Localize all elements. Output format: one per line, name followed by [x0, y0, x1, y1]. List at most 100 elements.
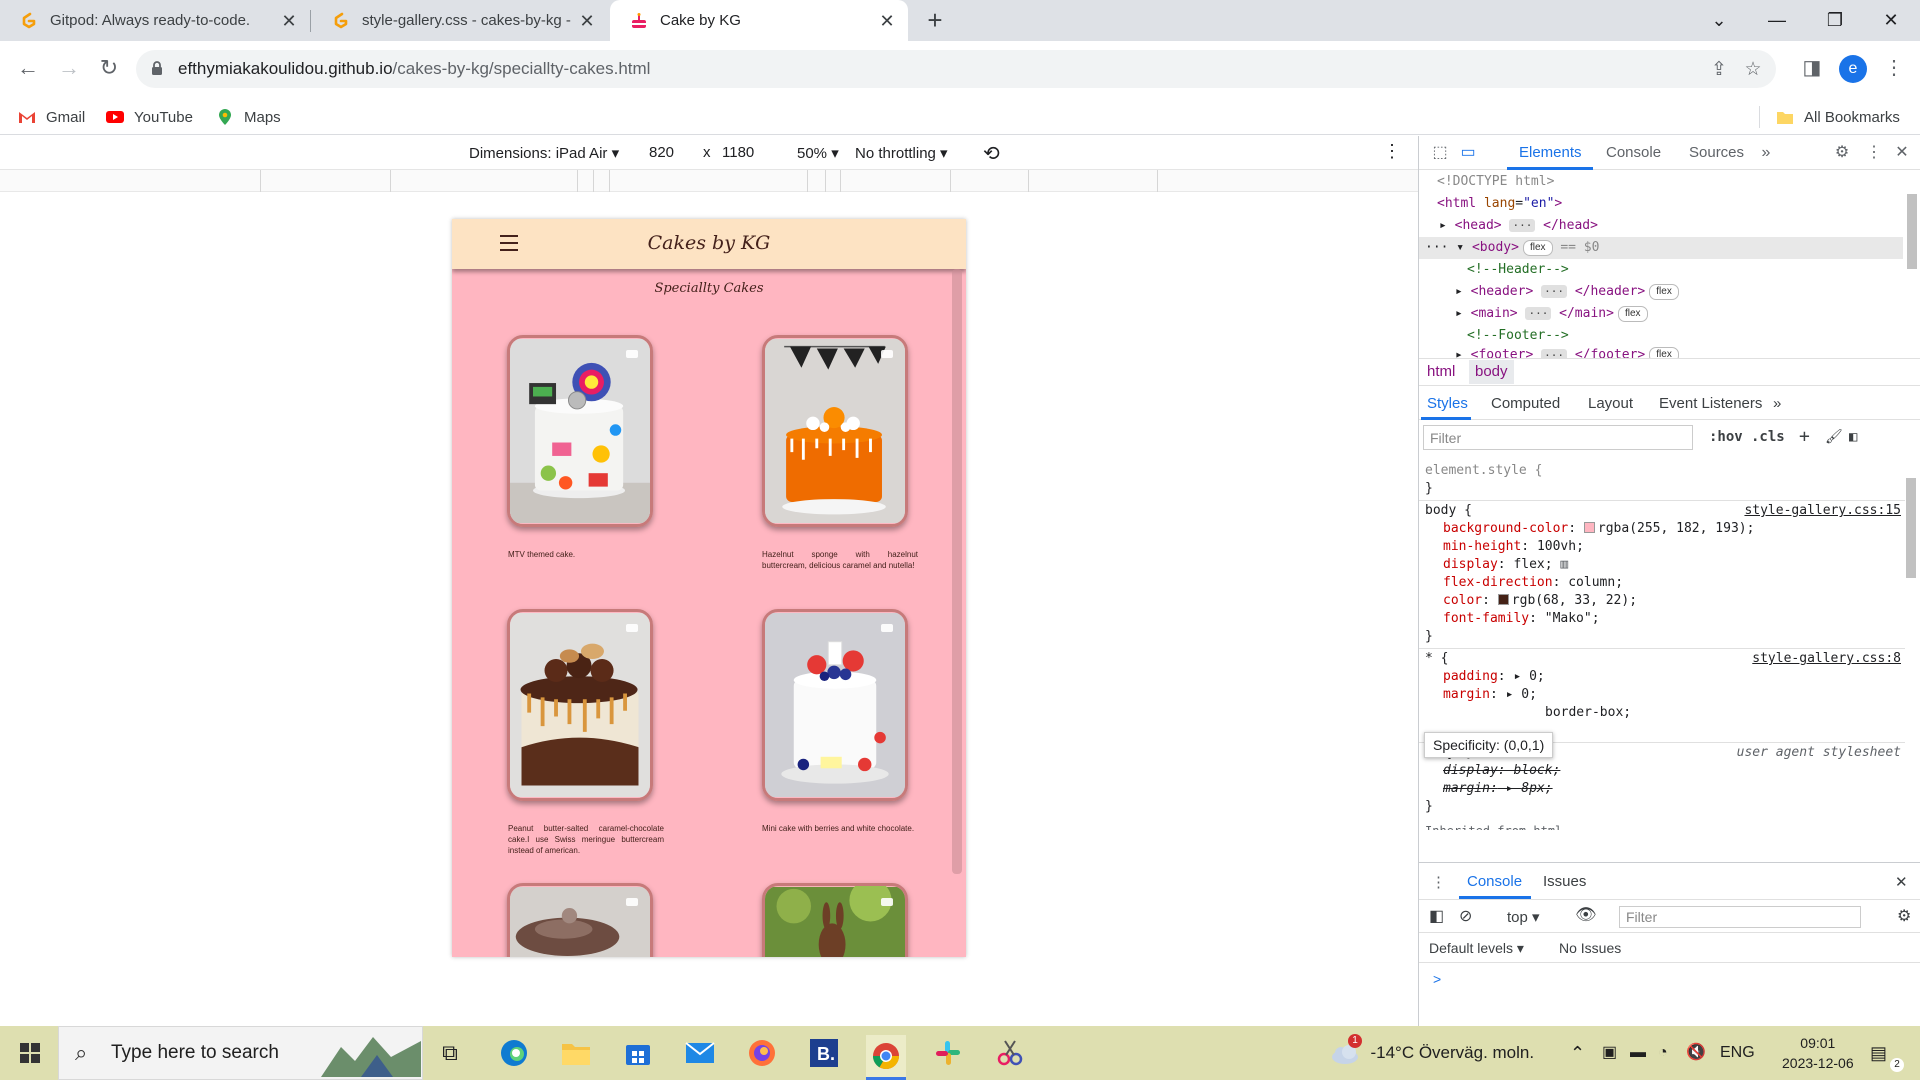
page-scrollbar[interactable]: [952, 269, 962, 874]
clear-console-icon[interactable]: ⊘: [1459, 906, 1472, 926]
decl-margin[interactable]: margin: ▸ 0;: [1443, 686, 1537, 704]
decl-background-color[interactable]: background-color: rgba(255, 182, 193);: [1443, 520, 1754, 538]
tab-elements[interactable]: Elements: [1519, 144, 1582, 161]
dimensions-select[interactable]: Dimensions: iPad Air ▾: [469, 144, 619, 162]
flex-badge[interactable]: flex: [1617, 305, 1648, 322]
breadcrumb-html[interactable]: html: [1427, 363, 1455, 380]
dom-main[interactable]: ▸ <main> ··· </main> flex: [1419, 303, 1903, 325]
collapsed-ellipsis[interactable]: ···: [1541, 285, 1567, 298]
close-icon[interactable]: ✕: [876, 10, 898, 32]
more-subtabs-icon[interactable]: »: [1773, 395, 1781, 412]
file-explorer-icon[interactable]: [556, 1035, 596, 1071]
cake-image-mtv[interactable]: [507, 335, 653, 527]
collapsed-ellipsis[interactable]: ···: [1525, 307, 1552, 320]
collapsed-ellipsis[interactable]: ···: [1509, 219, 1536, 232]
clock[interactable]: 09:01 2023-12-06: [1782, 1033, 1854, 1073]
wifi-icon[interactable]: ◔: [1658, 1026, 1668, 1080]
element-style-selector[interactable]: element.style {: [1425, 462, 1542, 480]
dom-comment-header[interactable]: <!--Header-->: [1419, 259, 1903, 281]
subtab-layout[interactable]: Layout: [1588, 395, 1633, 412]
paint-brush-icon[interactable]: 🖌: [1825, 429, 1843, 445]
meet-now-icon[interactable]: ▣: [1602, 1026, 1617, 1080]
cake-image-partial-left[interactable]: [507, 883, 653, 957]
ua-decl-display[interactable]: display: block;: [1443, 762, 1560, 780]
device-more-icon[interactable]: ⋮: [1383, 141, 1401, 162]
breadcrumb-body[interactable]: body: [1469, 360, 1514, 384]
back-icon[interactable]: ←: [13, 53, 43, 83]
decl-min-height[interactable]: min-height: 100vh;: [1443, 538, 1584, 556]
console-settings-icon[interactable]: ⚙: [1897, 906, 1911, 926]
console-filter-input[interactable]: Filter: [1619, 906, 1861, 928]
cls-toggle[interactable]: .cls: [1751, 429, 1785, 445]
drawer-tab-issues[interactable]: Issues: [1543, 873, 1586, 890]
star-icon[interactable]: ☆: [1740, 57, 1766, 83]
height-input[interactable]: 1180: [722, 144, 754, 161]
source-link[interactable]: style-gallery.css:15: [1744, 502, 1901, 520]
issues-count[interactable]: No Issues: [1559, 940, 1621, 956]
sidebar-toggle-icon[interactable]: ◧: [1849, 429, 1857, 445]
new-rule-icon[interactable]: +: [1799, 426, 1810, 447]
cake-image-partial-right[interactable]: [762, 883, 908, 957]
subtab-styles[interactable]: Styles: [1427, 395, 1468, 412]
address-bar[interactable]: efthymiakakoulidou.github.io/cakes-by-kg…: [136, 50, 1776, 88]
close-icon[interactable]: ✕: [576, 10, 598, 32]
levels-select[interactable]: Default levels ▾: [1429, 940, 1524, 957]
mail-icon[interactable]: [680, 1035, 720, 1071]
chrome-icon[interactable]: [866, 1035, 906, 1080]
notifications-icon[interactable]: ▤: [1870, 1026, 1887, 1080]
throttling-select[interactable]: No throttling ▾: [855, 144, 948, 162]
dom-head[interactable]: ▸ <head> ··· </head>: [1419, 215, 1903, 237]
new-tab-button[interactable]: +: [920, 6, 950, 36]
more-tabs-icon[interactable]: »: [1755, 142, 1777, 164]
decl-color[interactable]: color: rgb(68, 33, 22);: [1443, 592, 1637, 610]
profile-avatar[interactable]: e: [1839, 55, 1867, 83]
tab-gitpod[interactable]: Gitpod: Always ready-to-code. ✕: [0, 0, 310, 41]
dom-header[interactable]: ▸ <header> ··· </header> flex: [1419, 281, 1903, 303]
decl-flex-direction[interactable]: flex-direction: column;: [1443, 574, 1623, 592]
input-language[interactable]: ENG: [1720, 1026, 1755, 1080]
console-sidebar-icon[interactable]: ◧: [1429, 906, 1444, 926]
color-swatch[interactable]: [1583, 522, 1595, 533]
width-input[interactable]: 820: [649, 144, 674, 161]
maximize-icon[interactable]: ❐: [1806, 0, 1864, 41]
cake-image-berries[interactable]: [762, 609, 908, 801]
color-swatch[interactable]: [1497, 594, 1509, 605]
dom-scrollbar[interactable]: [1907, 180, 1917, 358]
universal-selector[interactable]: * {: [1425, 650, 1448, 668]
bookmark-gmail[interactable]: Gmail: [18, 105, 85, 129]
dom-doctype[interactable]: <!DOCTYPE html>: [1419, 171, 1903, 193]
flex-badge[interactable]: flex: [1649, 283, 1679, 300]
tab-sources[interactable]: Sources: [1689, 144, 1744, 161]
devtools-close-icon[interactable]: ✕: [1891, 142, 1913, 164]
firefox-icon[interactable]: [742, 1035, 782, 1071]
dom-body-selected[interactable]: ··· ▾ <body> flex == $0: [1419, 237, 1903, 259]
volume-icon[interactable]: 🔇: [1686, 1026, 1706, 1080]
dom-comment-footer[interactable]: <!--Footer-->: [1419, 325, 1903, 347]
close-icon[interactable]: ✕: [278, 10, 300, 32]
side-panel-icon[interactable]: ◨: [1797, 53, 1827, 83]
bookmark-maps[interactable]: Maps: [216, 105, 281, 129]
show-hidden-icons[interactable]: ⌃: [1570, 1026, 1585, 1080]
tab-cake-by-kg[interactable]: Cake by KG ✕: [610, 0, 908, 41]
minimize-icon[interactable]: —: [1748, 0, 1806, 41]
subtab-event-listeners[interactable]: Event Listeners: [1659, 395, 1762, 412]
battery-icon[interactable]: ▬: [1630, 1026, 1646, 1080]
cake-image-halloween[interactable]: [762, 335, 908, 527]
menu-kebab-icon[interactable]: ⋮: [1879, 53, 1909, 83]
inspect-element-icon[interactable]: ⬚: [1429, 142, 1451, 164]
zoom-select[interactable]: 50% ▾: [797, 144, 839, 162]
live-expression-eye-icon[interactable]: 👁: [1575, 905, 1597, 925]
subtab-computed[interactable]: Computed: [1491, 395, 1560, 412]
share-icon[interactable]: ⇪: [1706, 57, 1732, 83]
lock-icon[interactable]: [150, 60, 164, 76]
weather-widget[interactable]: 1 -14°C Överväg. moln.: [1330, 1026, 1534, 1080]
decl-box-sizing[interactable]: border-box;: [1545, 704, 1631, 722]
slack-icon[interactable]: [928, 1035, 968, 1071]
flex-editor-icon[interactable]: ▥: [1560, 557, 1568, 572]
reload-icon[interactable]: ↻: [94, 53, 124, 83]
taskbar-search[interactable]: ⌕ Type here to search: [58, 1026, 423, 1080]
rotate-icon[interactable]: ⟲: [983, 141, 1000, 166]
ua-decl-margin[interactable]: margin: ▸ 8px;: [1443, 780, 1553, 798]
decl-font-family[interactable]: font-family: "Mako";: [1443, 610, 1600, 628]
all-bookmarks[interactable]: All Bookmarks: [1776, 105, 1900, 129]
